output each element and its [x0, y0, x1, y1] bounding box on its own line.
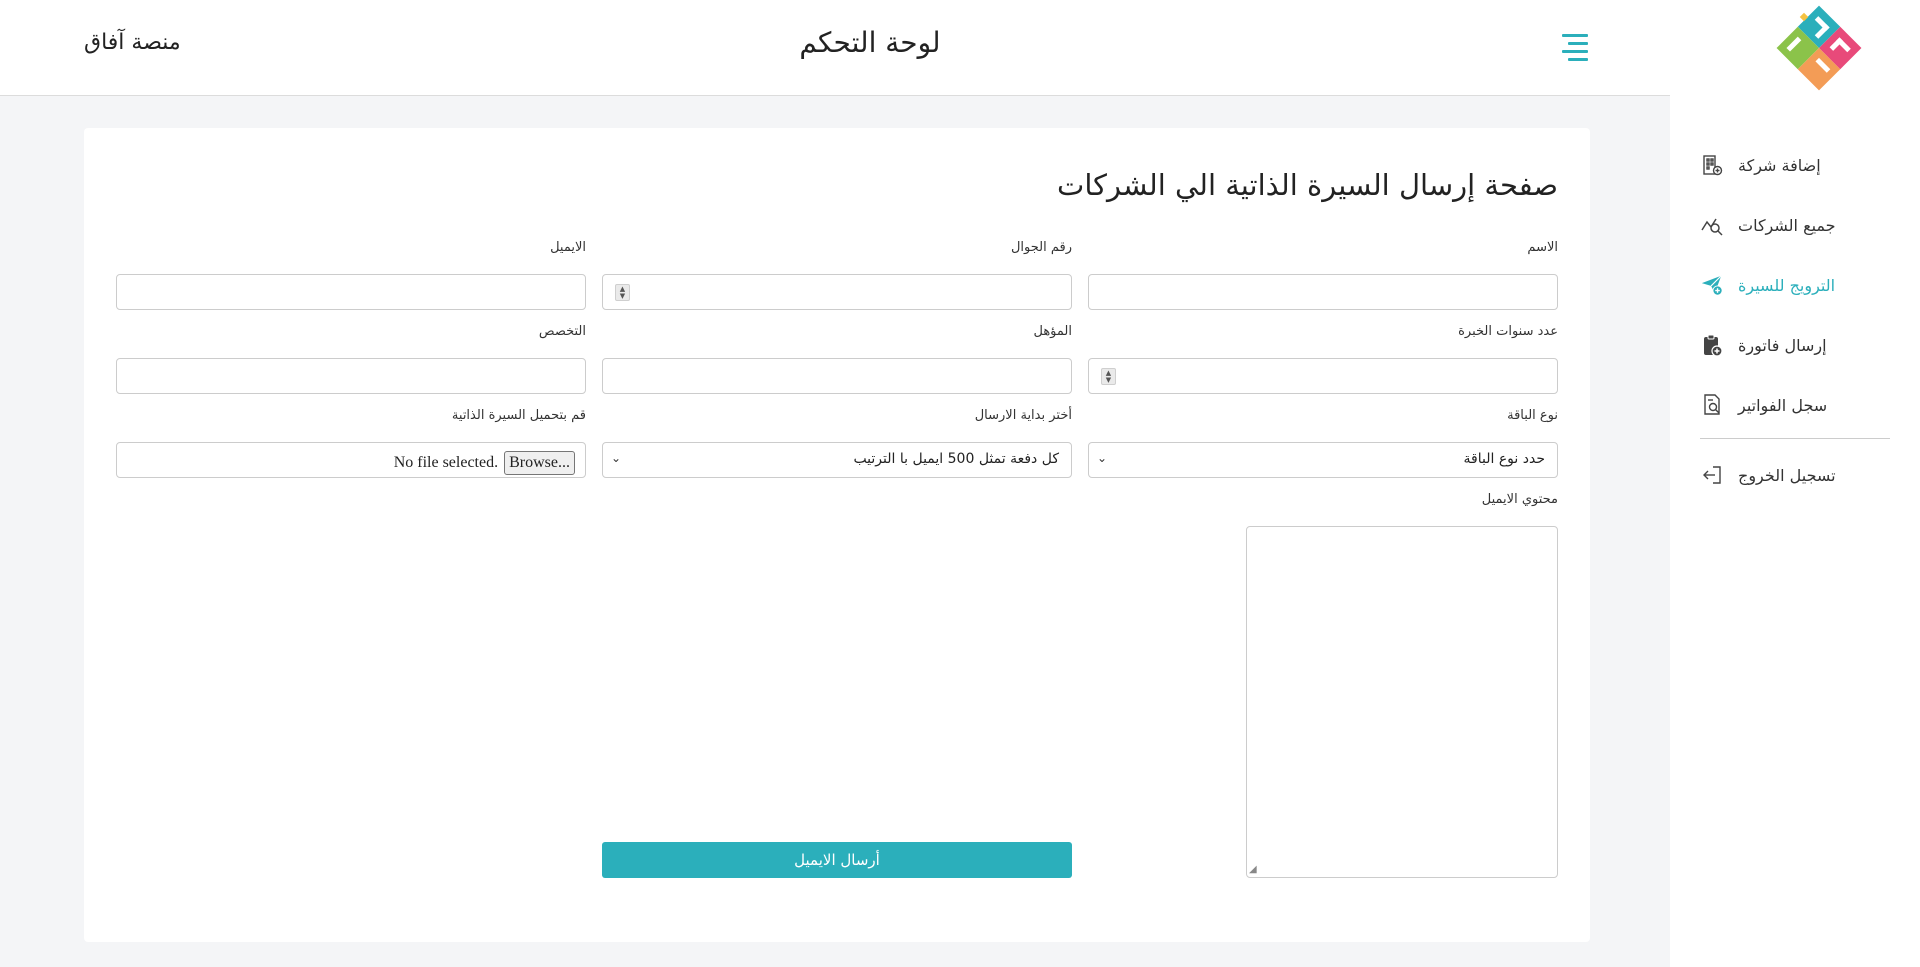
email-field[interactable] — [116, 274, 586, 310]
qualification-label: المؤهل — [1033, 324, 1072, 339]
email-label: الايميل — [550, 240, 586, 255]
number-spinner[interactable]: ▲ ▼ — [1101, 368, 1116, 385]
send-start-select[interactable]: كل دفعة تمثل 500 ايميل با الترتيب ⌄ — [602, 442, 1072, 478]
sidebar-item-label: إرسال فاتورة — [1738, 335, 1827, 355]
qualification-input[interactable] — [603, 359, 1071, 393]
sidebar-item-label: تسجيل الخروج — [1738, 465, 1836, 485]
paper-plane-icon — [1700, 273, 1724, 297]
name-field[interactable] — [1088, 274, 1558, 310]
sidebar-item-send-invoice[interactable]: إرسال فاتورة — [1700, 315, 1890, 375]
cv-file-input[interactable]: Browse... No file selected. — [116, 442, 586, 478]
package-selected-value: حدد نوع الباقة — [1463, 451, 1545, 467]
phone-label: رقم الجوال — [1010, 240, 1072, 255]
sidebar-item-label: الترويج للسيرة — [1738, 275, 1836, 295]
page-title: لوحة التحكم — [799, 26, 941, 59]
package-label: نوع الباقة — [1507, 408, 1558, 423]
chevron-down-icon: ⌄ — [1097, 451, 1108, 465]
experience-input[interactable] — [1089, 359, 1557, 393]
chart-search-icon — [1700, 213, 1724, 237]
email-content-label: محتوي الايميل — [1481, 492, 1558, 507]
sidebar-item-label: جميع الشركات — [1738, 215, 1836, 235]
number-spinner[interactable]: ▲ ▼ — [615, 284, 630, 301]
experience-field[interactable]: ▲ ▼ — [1088, 358, 1558, 394]
specialty-input[interactable] — [117, 359, 585, 393]
send-start-selected-value: كل دفعة تمثل 500 ايميل با الترتيب — [853, 451, 1059, 467]
send-email-button[interactable]: أرسال الايميل — [602, 842, 1072, 878]
file-status: No file selected. — [393, 454, 499, 471]
logout-icon — [1700, 463, 1724, 487]
sidebar-item-all-companies[interactable]: جميع الشركات — [1700, 195, 1890, 255]
sidebar-item-label: إضافة شركة — [1738, 155, 1821, 175]
top-header: منصة آفاق لوحة التحكم — [0, 0, 1670, 96]
resize-handle-icon[interactable]: ◢ — [1249, 864, 1257, 875]
document-search-icon — [1700, 393, 1724, 417]
sidebar-item-promote-cv[interactable]: الترويج للسيرة — [1700, 255, 1890, 315]
send-start-label: أختر بداية الارسال — [974, 408, 1072, 423]
building-add-icon — [1700, 153, 1724, 177]
specialty-label: التخصص — [538, 324, 586, 339]
sidebar: إضافة شركة جميع الشركات الترويج للسيرة إ… — [1670, 0, 1920, 967]
phone-input[interactable] — [603, 275, 1071, 309]
chevron-down-icon: ⌄ — [611, 451, 622, 465]
sidebar-nav: إضافة شركة جميع الشركات الترويج للسيرة إ… — [1700, 135, 1890, 505]
clipboard-add-icon — [1700, 333, 1724, 357]
hamburger-menu-icon[interactable] — [1558, 34, 1588, 62]
form-title: صفحة إرسال السيرة الذاتية الي الشركات — [1057, 168, 1558, 202]
package-select[interactable]: حدد نوع الباقة ⌄ — [1088, 442, 1558, 478]
specialty-field[interactable] — [116, 358, 586, 394]
sidebar-divider — [1700, 438, 1890, 439]
sidebar-item-invoice-log[interactable]: سجل الفواتير — [1700, 375, 1890, 435]
qualification-field[interactable] — [602, 358, 1072, 394]
name-label: الاسم — [1527, 240, 1558, 255]
email-input[interactable] — [117, 275, 585, 309]
form-card: صفحة إرسال السيرة الذاتية الي الشركات ال… — [84, 128, 1590, 942]
afaq-logo[interactable] — [1774, 2, 1864, 94]
email-content-textarea[interactable]: ◢ — [1246, 526, 1558, 878]
name-input[interactable] — [1089, 275, 1557, 309]
experience-label: عدد سنوات الخبرة — [1458, 324, 1558, 339]
sidebar-item-logout[interactable]: تسجيل الخروج — [1700, 445, 1890, 505]
sidebar-item-label: سجل الفواتير — [1738, 395, 1828, 415]
cv-upload-label: قم بتحميل السيرة الذاتية — [451, 408, 586, 423]
sidebar-item-add-company[interactable]: إضافة شركة — [1700, 135, 1890, 195]
browse-button[interactable]: Browse... — [504, 451, 575, 475]
phone-field[interactable]: ▲ ▼ — [602, 274, 1072, 310]
